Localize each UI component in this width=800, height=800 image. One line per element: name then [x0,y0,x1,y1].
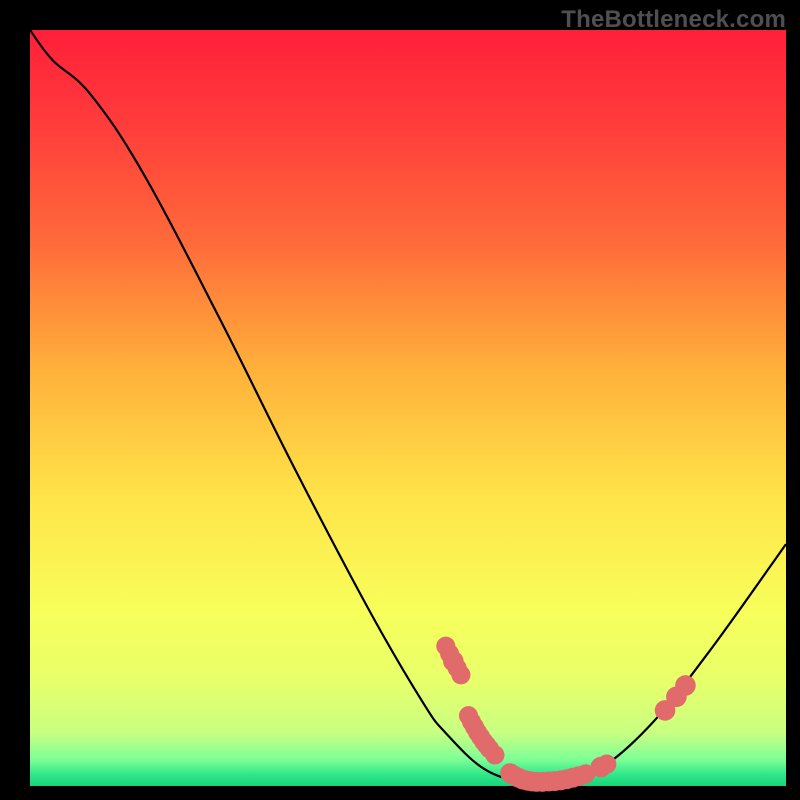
gradient-background [30,30,786,786]
chart-svg [0,0,800,800]
data-marker [485,745,504,764]
data-marker [451,665,470,684]
bottleneck-chart: TheBottleneck.com [0,0,800,800]
watermark-text: TheBottleneck.com [561,6,786,34]
data-marker [675,675,696,696]
data-marker [597,755,616,774]
